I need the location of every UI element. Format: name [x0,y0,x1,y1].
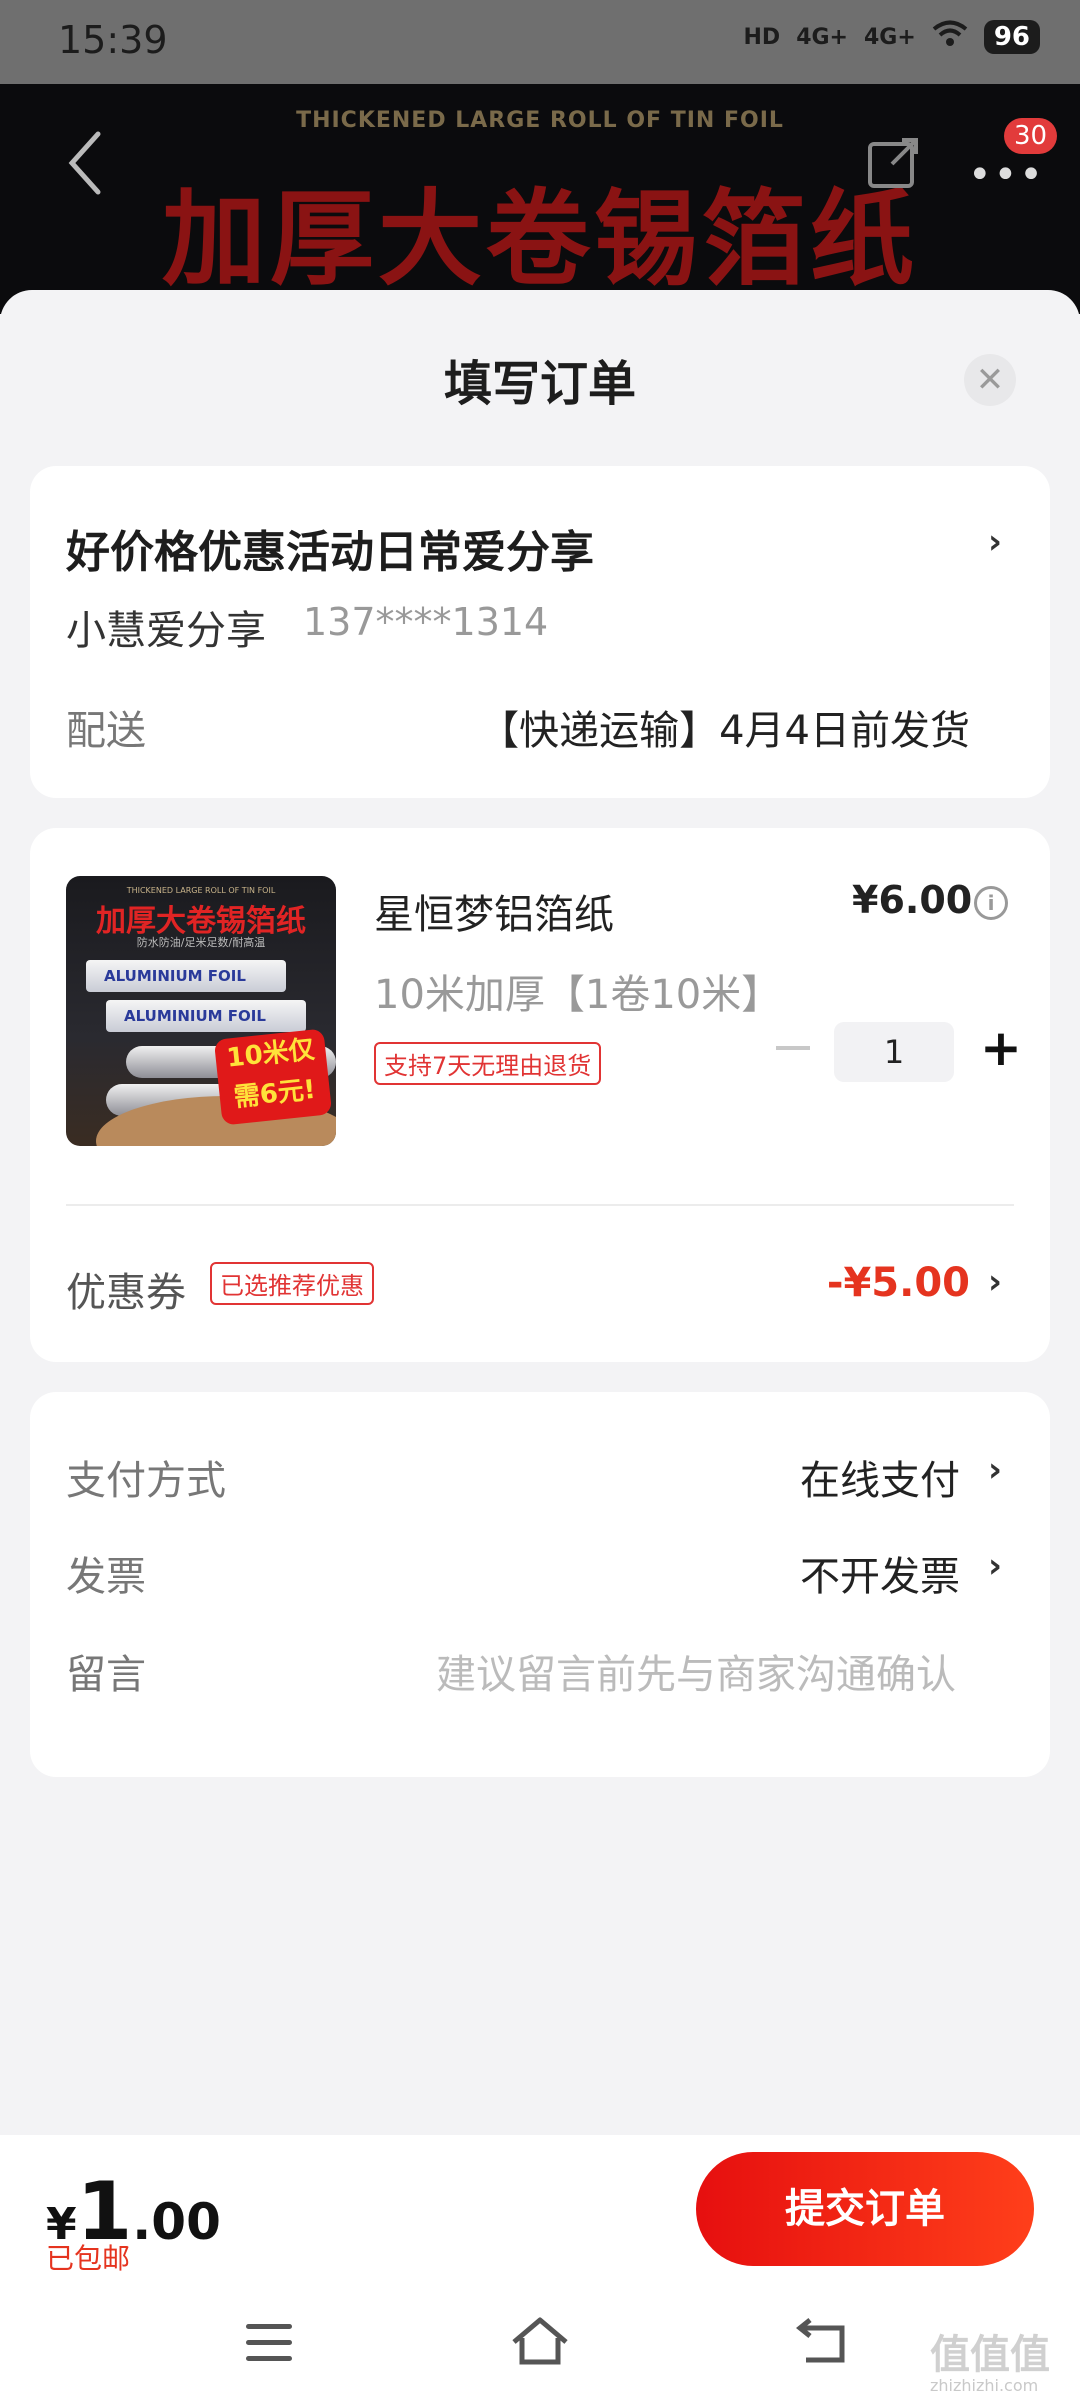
promo-burst: 10米仅需6元! [213,1028,333,1126]
note-label: 留言 [66,1652,146,1698]
chevron-right-icon[interactable]: › [988,522,1002,562]
free-shipping-label: 已包邮 [46,2242,131,2275]
return-policy-tag: 支持7天无理由退货 [374,1042,602,1085]
foil-roll: ALUMINIUM FOIL [106,1000,306,1032]
product-banner: THICKENED LARGE ROLL OF TIN FOIL 加厚大卷锡箔纸… [0,84,1080,314]
home-icon[interactable] [510,2316,570,2368]
watermark: 值值值 zhizhizhi.com [930,2322,1050,2395]
more-icon[interactable]: ••• [968,152,1045,198]
back-nav-icon[interactable] [795,2318,850,2366]
chevron-right-icon[interactable]: › [988,1546,1002,1586]
recipient-phone: 137****1314 [303,600,549,644]
info-icon[interactable]: i [974,886,1008,920]
divider [66,1204,1014,1206]
quantity-input[interactable]: 1 [834,1022,954,1082]
sheet-title: 填写订单 [443,356,636,412]
product-spec: 10米加厚【1卷10米】 [374,972,782,1018]
product-name: 星恒梦铝箔纸 [374,892,614,938]
invoice-value[interactable]: 不开发票 [800,1544,960,1602]
total-decimal: .00 [132,2193,221,2251]
product-price: ¥6.00 [852,878,973,922]
chevron-right-icon[interactable]: › [988,1450,1002,1490]
share-icon[interactable] [866,134,922,190]
payment-value[interactable]: 在线支付 [800,1448,960,1506]
watermark-text: 值值值 [930,2332,1050,2378]
options-card: 支付方式 在线支付 › 发票 不开发票 › 留言 建议留言前先与商家沟通确认 [30,1392,1050,1777]
menu-icon[interactable] [246,2324,292,2361]
coupon-value[interactable]: -¥5.00 [827,1260,970,1306]
back-icon[interactable] [62,128,112,198]
cart-badge: 30 [1004,118,1058,154]
image-caption: THICKENED LARGE ROLL OF TIN FOIL [126,886,276,895]
signal-icon: 4G+ [864,24,916,50]
recipient-name: 小慧爱分享 [66,608,266,654]
coupon-tag: 已选推荐优惠 [210,1262,374,1305]
status-bar: 15:39 HD 4G+ 4G+ 96 [0,0,1080,84]
shipping-label: 配送 [66,708,146,754]
chevron-right-icon[interactable]: › [988,1262,1002,1302]
watermark-domain: zhizhizhi.com [930,2376,1039,2395]
shipping-value: 【快递运输】4月4日前发货 [479,708,970,754]
invoice-label: 发票 [66,1554,146,1600]
quantity-minus-button[interactable] [776,1046,810,1050]
address-card[interactable]: 好价格优惠活动日常爱分享 › 小慧爱分享 137****1314 配送 【快递运… [30,466,1050,798]
product-card: THICKENED LARGE ROLL OF TIN FOIL 加厚大卷锡箔纸… [30,828,1050,1362]
quantity-plus-button[interactable]: + [976,1016,1026,1080]
foil-roll: ALUMINIUM FOIL [86,960,286,992]
submit-order-button[interactable]: 提交订单 [696,2152,1034,2266]
signal-icon: 4G+ [796,24,848,50]
close-icon[interactable]: ✕ [964,354,1016,406]
note-input[interactable]: 建议留言前先与商家沟通确认 [436,1642,956,1700]
banner-subtitle: THICKENED LARGE ROLL OF TIN FOIL [296,108,784,133]
hd-icon: HD [743,24,781,50]
status-time: 15:39 [58,18,168,62]
image-subtitle: 防水防油/足米足数/耐高温 [136,936,266,949]
coupon-label: 优惠券 [66,1270,186,1316]
status-icons: HD 4G+ 4G+ 96 [743,20,1040,54]
battery-icon: 96 [983,20,1040,54]
wifi-icon [932,20,968,54]
payment-label: 支付方式 [66,1458,226,1504]
product-image[interactable]: THICKENED LARGE ROLL OF TIN FOIL 加厚大卷锡箔纸… [66,876,336,1146]
system-nav-bar: 值值值 zhizhizhi.com [0,2282,1080,2408]
address-title: 好价格优惠活动日常爱分享 [66,527,594,578]
